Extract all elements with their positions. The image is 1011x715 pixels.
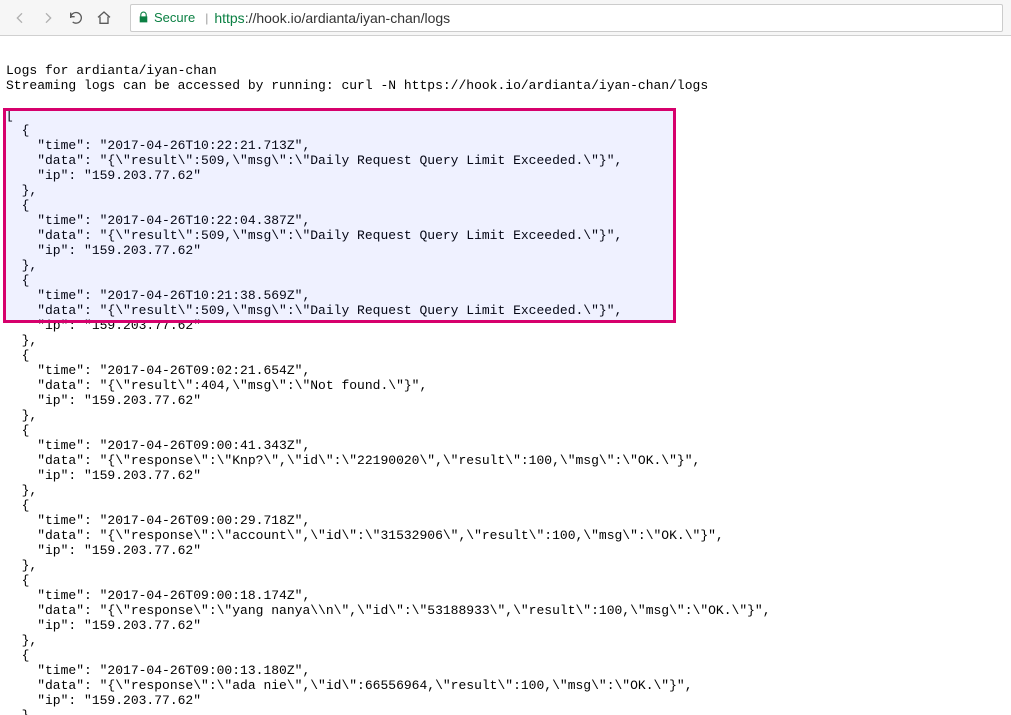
home-icon [96, 10, 112, 26]
url-scheme: https [214, 10, 244, 26]
home-button[interactable] [92, 6, 116, 30]
arrow-left-icon [12, 10, 28, 26]
forward-button[interactable] [36, 6, 60, 30]
address-bar[interactable]: Secure | https://hook.io/ardianta/iyan-c… [130, 4, 1003, 32]
secure-label: Secure [154, 10, 195, 25]
secure-indicator: Secure [137, 10, 195, 25]
reload-button[interactable] [64, 6, 88, 30]
separator: | [205, 11, 208, 25]
reload-icon [68, 10, 84, 26]
back-button[interactable] [8, 6, 32, 30]
url-path: ://hook.io/ardianta/iyan-chan/logs [245, 10, 450, 26]
lock-icon [137, 11, 150, 24]
log-output: Logs for ardianta/iyan-chan Streaming lo… [0, 49, 1011, 715]
arrow-right-icon [40, 10, 56, 26]
url-text: https://hook.io/ardianta/iyan-chan/logs [214, 10, 450, 26]
browser-toolbar: Secure | https://hook.io/ardianta/iyan-c… [0, 0, 1011, 36]
highlight-annotation [3, 108, 676, 323]
